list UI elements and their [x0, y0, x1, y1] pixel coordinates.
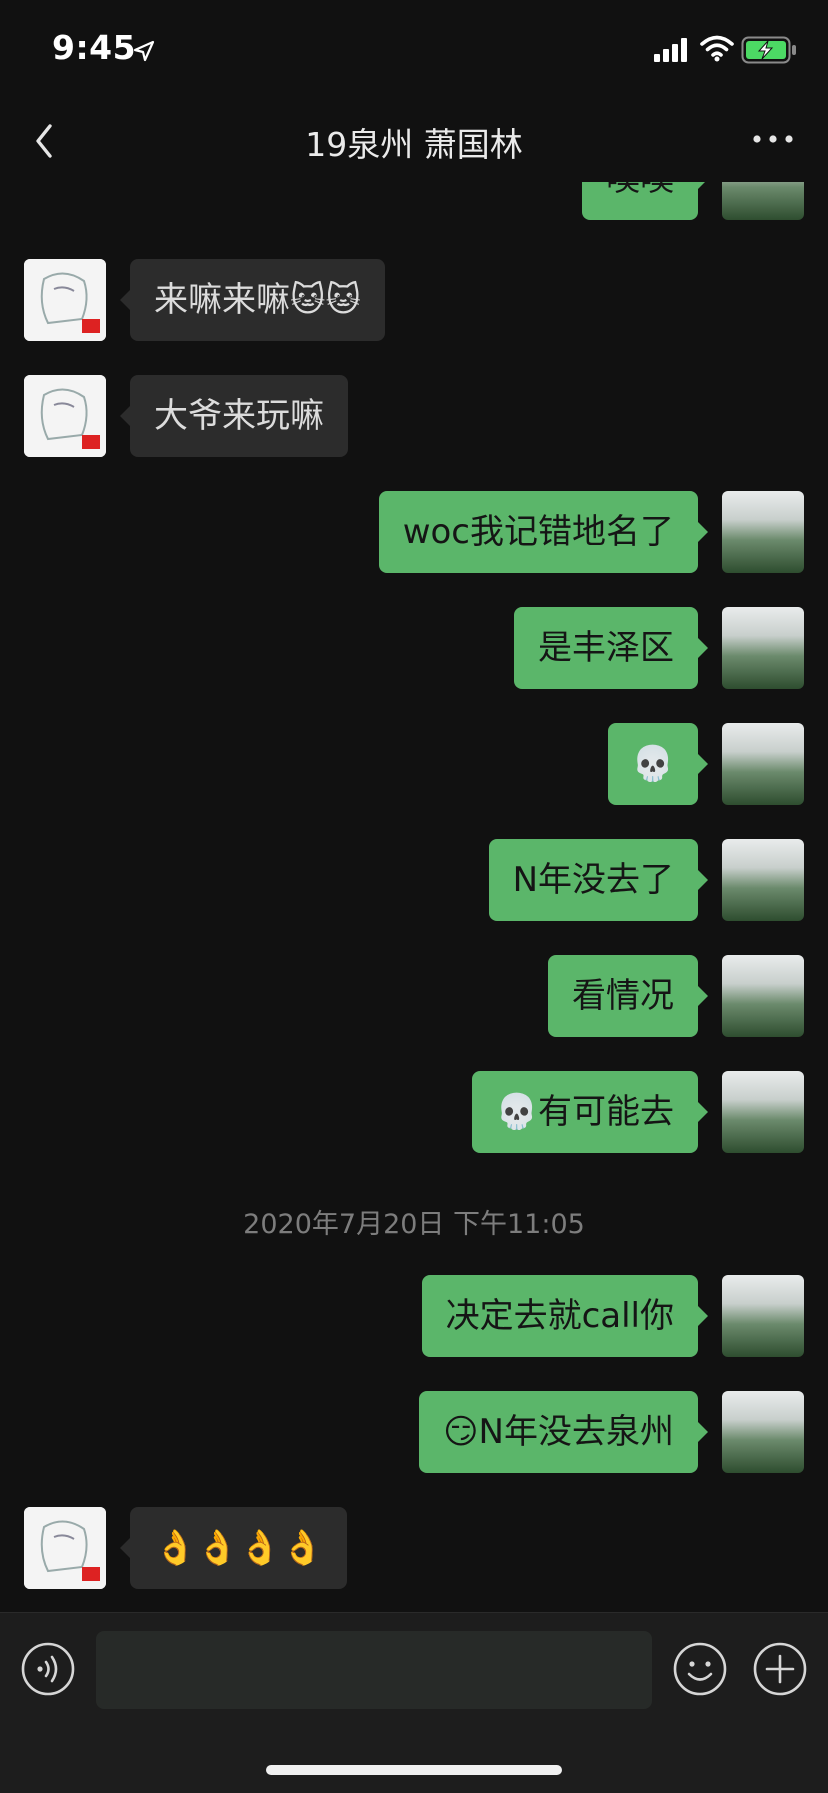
message-bubble-incoming[interactable]: 大爷来玩嘛 — [120, 375, 348, 457]
more-actions-plus-button[interactable] — [752, 1641, 808, 1697]
message-bubble-outgoing[interactable]: 是丰泽区 — [514, 607, 708, 689]
self-avatar[interactable] — [722, 491, 804, 573]
message-bubble-outgoing[interactable]: woc我记错地名了 — [378, 491, 709, 573]
more-options-button[interactable] — [748, 124, 798, 154]
self-avatar[interactable] — [722, 839, 804, 921]
contact-avatar[interactable] — [24, 375, 106, 457]
message-row-outgoing: woc我记错地名了 — [0, 491, 828, 573]
wifi-icon — [700, 35, 734, 62]
message-bubble-outgoing[interactable]: 噢噢 — [582, 182, 708, 220]
emoji-button[interactable] — [672, 1641, 728, 1697]
contact-avatar-image — [24, 375, 106, 457]
message-row-outgoing: 是丰泽区 — [0, 607, 828, 689]
status-time: 9:45 — [52, 28, 137, 67]
signal-icon — [654, 38, 687, 62]
self-avatar[interactable] — [722, 723, 804, 805]
message-bubble-incoming[interactable]: 来嘛来嘛🐱🐱 — [120, 259, 385, 341]
voice-input-button[interactable] — [20, 1641, 76, 1697]
message-row-incoming: 👌👌👌👌 — [0, 1507, 828, 1589]
self-avatar[interactable] — [722, 955, 804, 1037]
message-row-outgoing: 💀有可能去 — [0, 1071, 828, 1153]
self-avatar[interactable] — [722, 607, 804, 689]
self-avatar[interactable] — [722, 1275, 804, 1357]
message-row-incoming: 大爷来玩嘛 — [0, 375, 828, 457]
message-bubble-incoming[interactable]: 👌👌👌👌 — [119, 1507, 348, 1589]
location-arrow-icon — [133, 40, 155, 62]
message-bubble-outgoing[interactable]: 决定去就call你 — [421, 1275, 709, 1357]
message-timestamp: 2020年7月20日 下午11:05 — [243, 1209, 585, 1240]
self-avatar[interactable] — [722, 1071, 804, 1153]
self-avatar[interactable] — [722, 182, 804, 220]
contact-avatar[interactable] — [24, 1507, 106, 1589]
message-bubble-outgoing[interactable]: N年没去了 — [488, 839, 709, 921]
message-row-outgoing: 💀 — [0, 723, 828, 805]
chat-title: 19泉州 萧国林 — [305, 125, 523, 164]
nav-bar: 19泉州 萧国林 — [0, 100, 828, 182]
contact-avatar-image — [24, 1507, 106, 1589]
message-row-outgoing: N年没去了 — [0, 839, 828, 921]
self-avatar[interactable] — [722, 1391, 804, 1473]
message-bubble-outgoing[interactable]: 💀 — [607, 723, 709, 805]
chat-message-list[interactable]: 噢噢 来嘛来嘛🐱🐱 大爷来玩嘛 woc我记错地名了 — [0, 182, 828, 1612]
contact-avatar[interactable] — [24, 259, 106, 341]
message-bubble-outgoing[interactable]: 看情况 — [548, 955, 708, 1037]
message-bubble-outgoing[interactable]: 💀有可能去 — [471, 1071, 709, 1153]
home-indicator[interactable] — [266, 1765, 562, 1775]
message-row-outgoing: 😏N年没去泉州 — [0, 1391, 828, 1473]
message-row-outgoing: 噢噢 — [0, 182, 828, 220]
message-row-outgoing: 看情况 — [0, 955, 828, 1037]
message-row-incoming: 来嘛来嘛🐱🐱 — [0, 259, 828, 341]
contact-avatar-image — [24, 259, 106, 341]
message-bubble-outgoing[interactable]: 😏N年没去泉州 — [419, 1391, 708, 1473]
battery-charging-icon — [741, 36, 796, 64]
message-row-outgoing: 决定去就call你 — [0, 1275, 828, 1357]
message-input[interactable] — [96, 1631, 652, 1709]
status-bar: 9:45 — [0, 0, 828, 100]
